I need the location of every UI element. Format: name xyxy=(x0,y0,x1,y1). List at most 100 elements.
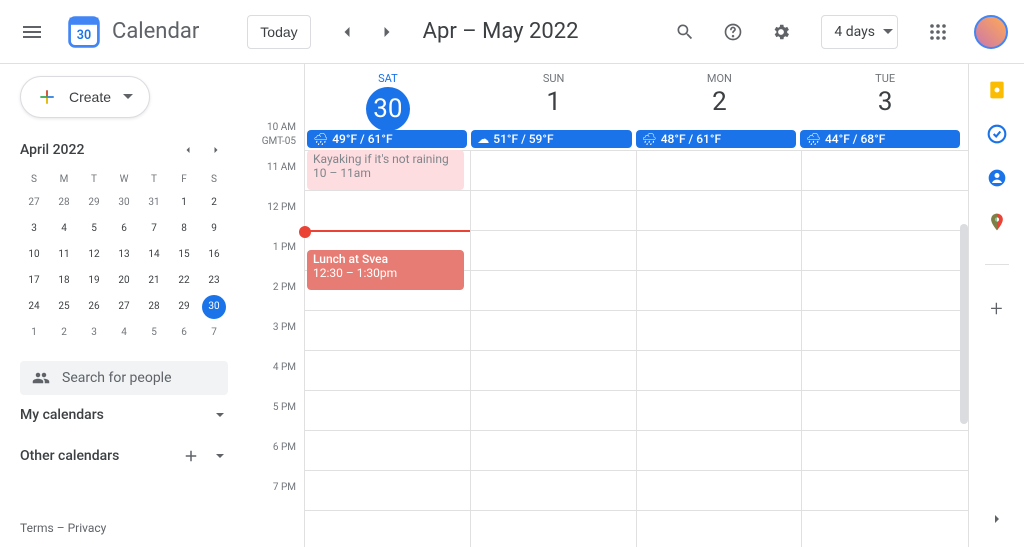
mini-day[interactable]: 23 xyxy=(202,269,226,293)
weather-chip[interactable]: 🌧44°F / 68°F xyxy=(800,130,960,148)
hour-label: 6 PM xyxy=(248,442,304,482)
mini-day[interactable]: 6 xyxy=(112,217,136,241)
mini-day[interactable]: 15 xyxy=(172,243,196,267)
mini-calendar[interactable]: SMTWTFS272829303112345678910111213141516… xyxy=(20,170,228,345)
mini-day[interactable]: 31 xyxy=(142,191,166,215)
mini-day[interactable]: 17 xyxy=(22,269,46,293)
mini-day[interactable]: 5 xyxy=(82,217,106,241)
search-icon xyxy=(675,22,695,42)
day-number: 2 xyxy=(637,87,803,117)
mini-day[interactable]: 8 xyxy=(172,217,196,241)
mini-day[interactable]: 7 xyxy=(142,217,166,241)
add-addon-button[interactable]: + xyxy=(990,297,1002,322)
mini-day[interactable]: 11 xyxy=(52,243,76,267)
mini-day[interactable]: 20 xyxy=(112,269,136,293)
mini-day[interactable]: 25 xyxy=(52,295,76,319)
mini-day[interactable]: 9 xyxy=(202,217,226,241)
calendar-event[interactable]: Kayaking if it's not raining10 – 11am xyxy=(307,150,464,190)
day-header[interactable]: MON2 xyxy=(637,64,803,131)
day-column[interactable]: Kayaking if it's not raining10 – 11am Lun… xyxy=(305,150,471,547)
day-header[interactable]: SUN1 xyxy=(471,64,637,131)
weather-chip[interactable]: 🌧 49°F / 61°F xyxy=(307,130,467,148)
chevron-right-icon xyxy=(210,144,222,156)
tasks-icon[interactable] xyxy=(987,124,1007,144)
mini-day[interactable]: 27 xyxy=(22,191,46,215)
day-column[interactable] xyxy=(471,150,637,547)
weather-chip[interactable]: 🌧48°F / 61°F xyxy=(636,130,796,148)
mini-day[interactable]: 12 xyxy=(82,243,106,267)
mini-day[interactable]: 4 xyxy=(52,217,76,241)
mini-day[interactable]: 18 xyxy=(52,269,76,293)
mini-day[interactable]: 10 xyxy=(22,243,46,267)
view-switcher[interactable]: 4 days xyxy=(821,15,898,49)
weather-chip[interactable]: ☁51°F / 59°F xyxy=(471,130,631,148)
mini-next-button[interactable] xyxy=(204,138,228,162)
mini-day[interactable]: 3 xyxy=(22,217,46,241)
footer-links: Terms – Privacy xyxy=(20,521,228,535)
hour-label: 3 PM xyxy=(248,322,304,362)
mini-day[interactable]: 6 xyxy=(172,321,196,345)
weather-icon: 🌧 xyxy=(806,132,821,146)
mini-day[interactable]: 26 xyxy=(82,295,106,319)
mini-day[interactable]: 29 xyxy=(82,191,106,215)
privacy-link[interactable]: Privacy xyxy=(68,521,107,535)
settings-button[interactable] xyxy=(761,12,801,52)
mini-day[interactable]: 21 xyxy=(142,269,166,293)
keep-icon[interactable] xyxy=(987,80,1007,100)
mini-day[interactable]: 28 xyxy=(52,191,76,215)
mini-day[interactable]: 7 xyxy=(202,321,226,345)
mini-day[interactable]: 28 xyxy=(142,295,166,319)
search-button[interactable] xyxy=(665,12,705,52)
day-column[interactable] xyxy=(802,150,968,547)
mini-prev-button[interactable] xyxy=(176,138,200,162)
mini-day[interactable]: 30 xyxy=(202,295,226,319)
mini-day[interactable]: 27 xyxy=(112,295,136,319)
mini-day[interactable]: 13 xyxy=(112,243,136,267)
other-calendars-toggle[interactable]: Other calendars xyxy=(20,435,228,477)
contacts-icon[interactable] xyxy=(987,168,1007,188)
mini-day[interactable]: 16 xyxy=(202,243,226,267)
mini-day[interactable]: 24 xyxy=(22,295,46,319)
prev-period-button[interactable] xyxy=(331,16,363,48)
mini-dow: T xyxy=(140,170,168,189)
day-header[interactable]: TUE3 xyxy=(802,64,968,131)
mini-day[interactable]: 29 xyxy=(172,295,196,319)
calendar-event[interactable]: Lunch at Svea12:30 – 1:30pm xyxy=(307,250,464,290)
mini-day[interactable]: 22 xyxy=(172,269,196,293)
search-people-input[interactable]: Search for people xyxy=(20,361,228,395)
day-header[interactable]: SAT30 xyxy=(305,64,471,131)
app-title: Calendar xyxy=(112,19,199,44)
view-label: 4 days xyxy=(834,24,875,40)
create-button[interactable]: Create xyxy=(20,76,150,118)
mini-dow: S xyxy=(20,170,48,189)
add-calendar-icon[interactable] xyxy=(182,447,200,465)
hamburger-icon xyxy=(20,20,44,44)
mini-day[interactable]: 30 xyxy=(112,191,136,215)
weather-icon: ☁ xyxy=(477,132,489,146)
today-button[interactable]: Today xyxy=(247,15,310,49)
google-apps-button[interactable] xyxy=(918,12,958,52)
day-of-week: SAT xyxy=(305,72,471,85)
help-button[interactable] xyxy=(713,12,753,52)
mini-day[interactable]: 14 xyxy=(142,243,166,267)
hide-panel-button[interactable] xyxy=(989,511,1005,531)
day-column[interactable] xyxy=(637,150,803,547)
maps-icon[interactable] xyxy=(987,212,1007,232)
my-calendars-toggle[interactable]: My calendars xyxy=(20,395,228,435)
mini-day[interactable]: 5 xyxy=(142,321,166,345)
mini-day[interactable]: 19 xyxy=(82,269,106,293)
main-menu-button[interactable] xyxy=(8,8,56,56)
scrollbar[interactable] xyxy=(960,224,968,424)
weather-text: 49°F / 61°F xyxy=(332,132,392,146)
mini-day[interactable]: 1 xyxy=(172,191,196,215)
mini-day[interactable]: 2 xyxy=(52,321,76,345)
weather-icon: 🌧 xyxy=(313,132,328,146)
mini-day[interactable]: 1 xyxy=(22,321,46,345)
mini-day[interactable]: 3 xyxy=(82,321,106,345)
mini-day[interactable]: 4 xyxy=(112,321,136,345)
next-period-button[interactable] xyxy=(371,16,403,48)
terms-link[interactable]: Terms xyxy=(20,521,54,535)
mini-day[interactable]: 2 xyxy=(202,191,226,215)
account-avatar[interactable] xyxy=(974,15,1008,49)
chevron-left-icon xyxy=(182,144,194,156)
